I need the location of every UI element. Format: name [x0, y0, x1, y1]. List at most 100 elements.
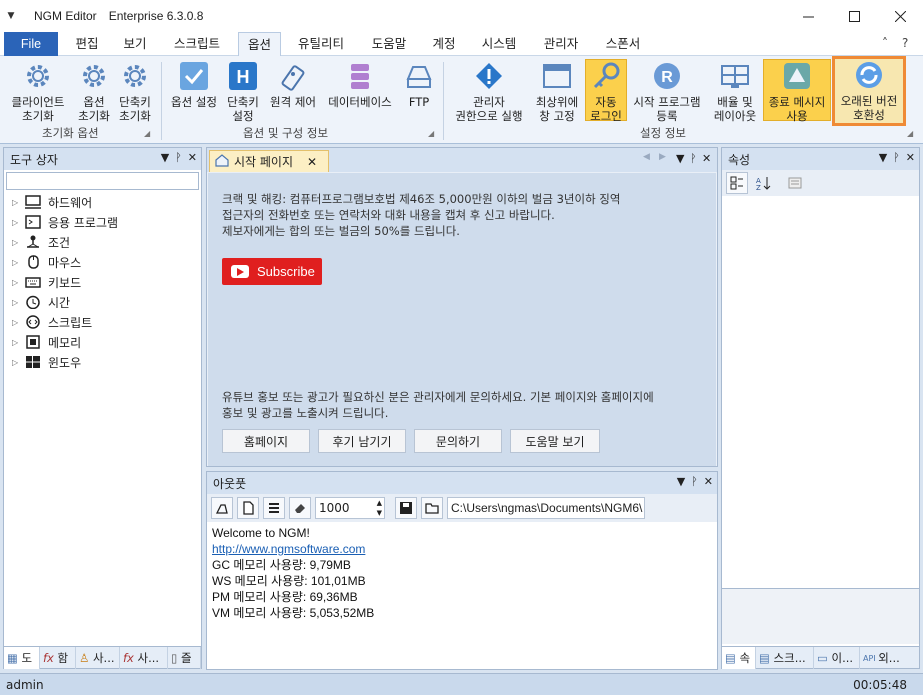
- expand-arrow-icon[interactable]: ▷: [12, 238, 24, 247]
- tree-item-keyboard[interactable]: ▷ 키보드: [4, 272, 201, 292]
- tab-favorites[interactable]: ▯ 즐: [168, 647, 201, 669]
- tab-start-page[interactable]: 시작 페이지 ✕: [209, 150, 329, 172]
- scroll-right-icon[interactable]: ▶: [659, 152, 666, 162]
- expand-arrow-icon[interactable]: ▷: [12, 338, 24, 347]
- toolbox-search-input[interactable]: [6, 172, 199, 190]
- scroll-left-icon[interactable]: ◀: [643, 152, 650, 162]
- homepage-button[interactable]: 홈페이지: [222, 429, 310, 453]
- hotkey-settings-button[interactable]: H 단축키 설정: [222, 60, 264, 123]
- expand-arrow-icon[interactable]: ▷: [12, 258, 24, 267]
- collapse-ribbon-icon[interactable]: ˄: [882, 36, 888, 50]
- tab-functions[interactable]: fx 함: [40, 647, 76, 669]
- tab-user-script[interactable]: fx 사...: [120, 647, 168, 669]
- tree-item-window[interactable]: ▷ 윈도우: [4, 352, 201, 372]
- database-button[interactable]: 데이터베이스: [322, 60, 398, 109]
- dropdown-icon[interactable]: ▼: [879, 151, 887, 164]
- expand-arrow-icon[interactable]: ▷: [12, 198, 24, 207]
- dialog-launcher-icon[interactable]: ◢: [144, 129, 150, 138]
- tree-item-memory[interactable]: ▷ 메모리: [4, 332, 201, 352]
- close-icon[interactable]: ✕: [704, 475, 713, 488]
- tree-item-time[interactable]: ▷ 시간: [4, 292, 201, 312]
- dropdown-icon[interactable]: ▼: [161, 151, 169, 164]
- tree-item-application[interactable]: ▷ 응용 프로그램: [4, 212, 201, 232]
- tab-script-view[interactable]: ▤ 스크...: [756, 647, 814, 669]
- dropdown-icon[interactable]: ▼: [677, 475, 685, 488]
- open-folder-icon[interactable]: [421, 497, 443, 519]
- help-view-button[interactable]: 도움말 보기: [510, 429, 600, 453]
- tab-user-functions[interactable]: ♙ 사...: [76, 647, 120, 669]
- close-icon[interactable]: ✕: [906, 151, 915, 164]
- tab-properties[interactable]: ▤ 속: [722, 647, 756, 669]
- property-pages-icon[interactable]: [784, 172, 806, 194]
- expand-arrow-icon[interactable]: ▷: [12, 218, 24, 227]
- dialog-launcher-icon[interactable]: ◢: [428, 129, 434, 138]
- system-menu-icon[interactable]: ▼: [0, 11, 22, 21]
- pin-icon[interactable]: ᚹ: [691, 475, 698, 488]
- categorized-icon[interactable]: [726, 172, 748, 194]
- hotkey-reset-button[interactable]: 단축키 초기화: [114, 60, 156, 123]
- website-link[interactable]: http://www.ngmsoftware.com: [212, 542, 365, 556]
- tab-account[interactable]: 계정: [424, 32, 464, 56]
- clean-icon[interactable]: [211, 497, 233, 519]
- close-icon[interactable]: ✕: [702, 152, 711, 165]
- tab-system[interactable]: 시스템: [472, 32, 526, 56]
- list-icon[interactable]: [263, 497, 285, 519]
- output-path-field[interactable]: C:\Users\ngmas\Documents\NGM6\: [447, 497, 645, 519]
- always-on-top-button[interactable]: 최상위에 창 고정: [530, 60, 584, 123]
- pin-icon[interactable]: ᚹ: [175, 151, 182, 164]
- tree-item-hardware[interactable]: ▷ 하드웨어: [4, 192, 201, 212]
- minimize-button[interactable]: [785, 0, 831, 32]
- expand-arrow-icon[interactable]: ▷: [12, 278, 24, 287]
- option-settings-button[interactable]: 옵션 설정: [166, 60, 222, 109]
- help-icon[interactable]: ?: [902, 36, 908, 50]
- eraser-icon[interactable]: [289, 497, 311, 519]
- sort-az-icon[interactable]: AZ: [752, 172, 774, 194]
- tab-utility[interactable]: 유틸리티: [286, 32, 356, 56]
- review-button[interactable]: 후기 남기기: [318, 429, 406, 453]
- legacy-compat-button[interactable]: 오래된 버전 호환성: [832, 56, 906, 126]
- dialog-launcher-icon[interactable]: ◢: [907, 129, 913, 138]
- close-icon[interactable]: ✕: [188, 151, 197, 164]
- youtube-subscribe-button[interactable]: Subscribe: [222, 258, 322, 285]
- gear-icon: [78, 60, 110, 92]
- pin-icon[interactable]: ᚹ: [690, 152, 697, 165]
- option-reset-button[interactable]: 옵션 초기화: [72, 60, 116, 123]
- tree-item-script[interactable]: ▷ 스크립트: [4, 312, 201, 332]
- close-button[interactable]: [877, 0, 923, 32]
- tab-view[interactable]: 보기: [114, 32, 156, 56]
- remote-control-button[interactable]: 원격 제어: [264, 60, 322, 109]
- tab-options[interactable]: 옵션: [238, 32, 281, 57]
- pin-icon[interactable]: ᚹ: [893, 151, 900, 164]
- expand-arrow-icon[interactable]: ▷: [12, 358, 24, 367]
- tree-item-condition[interactable]: ▷ 조건: [4, 232, 201, 252]
- tab-file[interactable]: File: [4, 32, 58, 56]
- auto-login-button[interactable]: 자동 로그인: [585, 59, 627, 123]
- expand-arrow-icon[interactable]: ▷: [12, 298, 24, 307]
- tab-toolbox[interactable]: ▦ 도: [4, 647, 40, 669]
- spin-arrows-icon[interactable]: ▲ ▼: [377, 498, 382, 518]
- save-icon[interactable]: [395, 497, 417, 519]
- tab-help[interactable]: 도움말: [362, 32, 416, 56]
- tab-api[interactable]: API 외...: [860, 647, 919, 669]
- new-file-icon[interactable]: [237, 497, 259, 519]
- checkbox-icon: [178, 60, 210, 92]
- close-tab-icon[interactable]: ✕: [307, 155, 317, 169]
- tab-image[interactable]: ▭ 이...: [814, 647, 860, 669]
- client-reset-button[interactable]: 클라이언트 초기화: [3, 60, 73, 123]
- exit-message-button[interactable]: 종료 메시지 사용: [763, 59, 831, 123]
- expand-arrow-icon[interactable]: ▷: [12, 318, 24, 327]
- tab-sponsor[interactable]: 스폰서: [596, 32, 650, 56]
- tab-admin[interactable]: 관리자: [534, 32, 588, 56]
- line-count-spinner[interactable]: 1000 ▲ ▼: [315, 497, 385, 519]
- scale-layout-button[interactable]: 배율 및 레이아웃: [708, 60, 762, 123]
- ftp-button[interactable]: FTP: [400, 60, 438, 109]
- tab-edit[interactable]: 편집: [66, 32, 108, 56]
- tree-item-mouse[interactable]: ▷ 마우스: [4, 252, 201, 272]
- inquiry-button[interactable]: 문의하기: [414, 429, 502, 453]
- maximize-button[interactable]: [831, 0, 877, 32]
- startup-register-button[interactable]: R 시작 프로그램 등록: [628, 60, 706, 123]
- dropdown-icon[interactable]: ▼: [676, 152, 684, 165]
- run-as-admin-button[interactable]: 관리자 권한으로 실행: [448, 60, 530, 123]
- tab-script[interactable]: 스크립트: [164, 32, 230, 56]
- key-icon: [590, 60, 622, 92]
